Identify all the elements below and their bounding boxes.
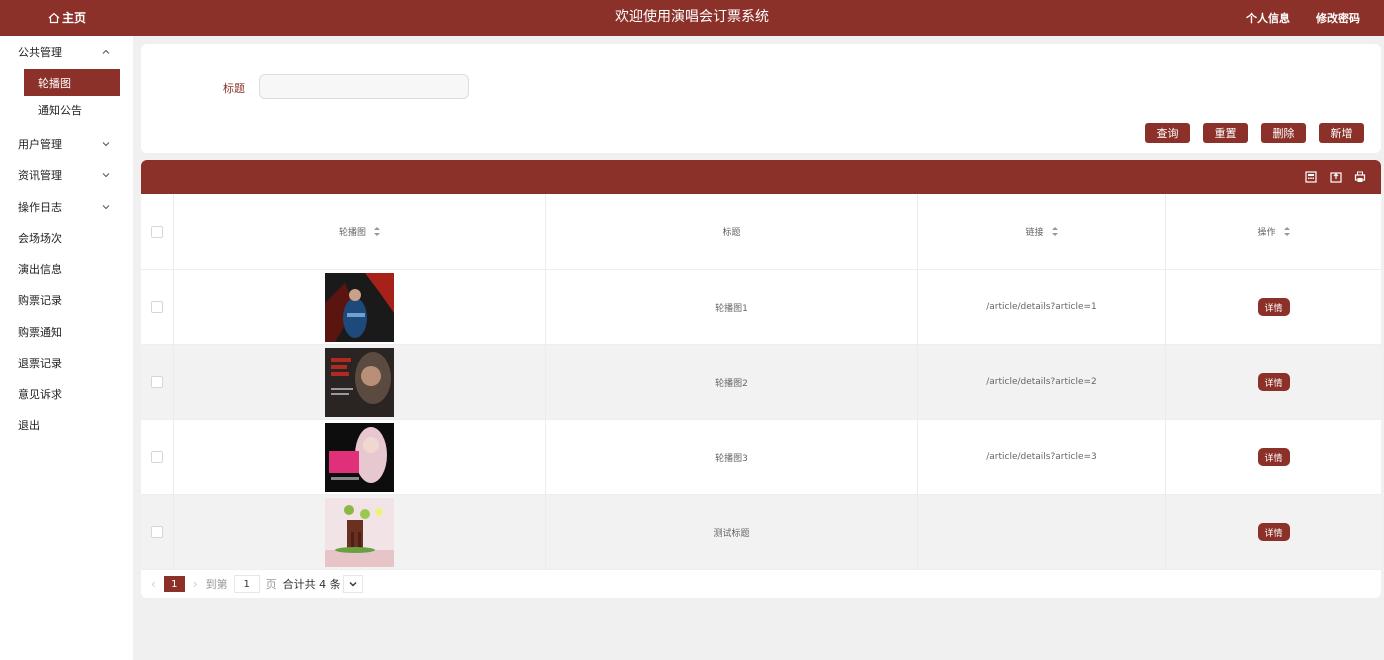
title-search-input[interactable] <box>259 74 469 99</box>
goto-page-input[interactable]: 1 <box>233 575 260 593</box>
row-checkbox[interactable] <box>151 301 163 313</box>
row-link <box>918 495 1166 569</box>
select-all-checkbox[interactable] <box>151 225 163 238</box>
search-panel: 标题 查询 重置 删除 新增 <box>141 44 1381 153</box>
row-link: /article/details?article=2 <box>918 345 1166 419</box>
sidebar-item-label: 通知公告 <box>38 103 82 117</box>
table-panel: 轮播图 标题 链接 操作 轮播图1 /article/details?artic… <box>141 160 1381 598</box>
calculator-icon[interactable] <box>1305 171 1317 183</box>
table-row: 轮播图1 /article/details?article=1 详情 <box>141 270 1381 345</box>
sidebar-item-label: 购票记录 <box>18 294 62 307</box>
delete-button[interactable]: 删除 <box>1261 123 1306 143</box>
sidebar-item-logout[interactable]: 退出 <box>0 414 133 436</box>
table-toolbar <box>141 160 1381 194</box>
total-count: 合计共 4 条 <box>282 578 341 591</box>
detail-button[interactable]: 详情 <box>1257 373 1290 391</box>
query-button[interactable]: 查询 <box>1145 123 1190 143</box>
carousel-thumbnail <box>325 497 394 567</box>
sidebar-item-label: 退出 <box>18 419 40 432</box>
sidebar-item-public[interactable]: 公共管理 <box>0 41 133 63</box>
row-checkbox[interactable] <box>151 376 163 388</box>
chevron-down-icon <box>102 142 110 147</box>
sidebar-item-label: 轮播图 <box>38 76 71 90</box>
carousel-thumbnail <box>325 422 394 492</box>
row-checkbox[interactable] <box>151 526 163 538</box>
sidebar-item-label: 退票记录 <box>18 357 62 370</box>
chevron-up-icon <box>102 49 110 54</box>
sidebar-item-ticket-notice[interactable]: 购票通知 <box>0 321 133 343</box>
top-bar: 主页 欢迎使用演唱会订票系统 个人信息 修改密码 <box>0 0 1384 36</box>
current-page[interactable]: 1 <box>163 576 185 592</box>
table-row: 轮播图2 /article/details?article=2 详情 <box>141 345 1381 420</box>
title-label: 标题 <box>223 82 245 95</box>
sort-icon[interactable] <box>374 227 380 236</box>
sidebar: 公共管理 轮播图 通知公告 用户管理 资讯管理 操作日志 会场场次 演出信息 购… <box>0 36 133 660</box>
detail-button[interactable]: 详情 <box>1257 448 1290 466</box>
export-icon[interactable] <box>1330 171 1342 183</box>
table-row: 轮播图3 /article/details?article=3 详情 <box>141 420 1381 495</box>
carousel-thumbnail <box>325 347 394 417</box>
column-header-image[interactable]: 轮播图 <box>174 194 546 269</box>
detail-button[interactable]: 详情 <box>1257 523 1290 541</box>
column-header-title: 标题 <box>546 194 918 269</box>
detail-button[interactable]: 详情 <box>1257 298 1290 316</box>
sidebar-item-label: 演出信息 <box>18 263 62 276</box>
carousel-thumbnail <box>325 272 394 342</box>
sidebar-item-shows[interactable]: 演出信息 <box>0 258 133 280</box>
sidebar-item-label: 公共管理 <box>18 46 62 59</box>
site-title: 欢迎使用演唱会订票系统 <box>615 9 769 25</box>
chevron-down-icon <box>102 173 110 178</box>
reset-button[interactable]: 重置 <box>1203 123 1248 143</box>
column-header-link[interactable]: 链接 <box>918 194 1166 269</box>
table-header: 轮播图 标题 链接 操作 <box>141 194 1381 270</box>
pagination: ‹ 1 › 到第 1 页 合计共 4 条 <box>141 571 1381 597</box>
sidebar-item-users[interactable]: 用户管理 <box>0 133 133 155</box>
sidebar-item-refunds[interactable]: 退票记录 <box>0 352 133 374</box>
chevron-down-icon <box>102 205 110 210</box>
profile-link[interactable]: 个人信息 <box>1246 10 1290 26</box>
sidebar-item-notice[interactable]: 通知公告 <box>24 96 120 123</box>
column-header-action[interactable]: 操作 <box>1166 194 1381 269</box>
row-title: 轮播图1 <box>546 270 918 344</box>
sidebar-item-label: 用户管理 <box>18 138 62 151</box>
sort-icon[interactable] <box>1283 227 1290 236</box>
sidebar-item-label: 操作日志 <box>18 201 62 214</box>
sort-icon[interactable] <box>1051 227 1058 236</box>
print-icon[interactable] <box>1354 171 1366 183</box>
row-title: 轮播图2 <box>546 345 918 419</box>
sidebar-item-feedback[interactable]: 意见诉求 <box>0 383 133 405</box>
row-link: /article/details?article=1 <box>918 270 1166 344</box>
row-title: 测试标题 <box>546 495 918 569</box>
row-link: /article/details?article=3 <box>918 420 1166 494</box>
prev-page-icon[interactable]: ‹ <box>151 577 156 591</box>
page-size-select[interactable] <box>342 575 363 593</box>
sidebar-item-news[interactable]: 资讯管理 <box>0 164 133 186</box>
sidebar-item-label: 意见诉求 <box>18 388 62 401</box>
sidebar-item-tickets[interactable]: 购票记录 <box>0 289 133 311</box>
goto-label: 到第 <box>205 578 228 591</box>
table-row: 测试标题 详情 <box>141 495 1381 570</box>
row-checkbox[interactable] <box>151 451 163 463</box>
next-page-icon[interactable]: › <box>193 577 198 591</box>
sidebar-item-carousel[interactable]: 轮播图 <box>24 69 120 96</box>
sidebar-item-label: 资讯管理 <box>18 169 62 182</box>
chevron-down-icon <box>349 582 357 587</box>
sidebar-item-venue[interactable]: 会场场次 <box>0 227 133 249</box>
sidebar-item-label: 购票通知 <box>18 326 62 339</box>
add-button[interactable]: 新增 <box>1319 123 1364 143</box>
change-password-link[interactable]: 修改密码 <box>1316 10 1360 26</box>
row-title: 轮播图3 <box>546 420 918 494</box>
page-suffix: 页 <box>265 578 277 591</box>
sidebar-item-logs[interactable]: 操作日志 <box>0 196 133 218</box>
sidebar-item-label: 会场场次 <box>18 232 62 245</box>
